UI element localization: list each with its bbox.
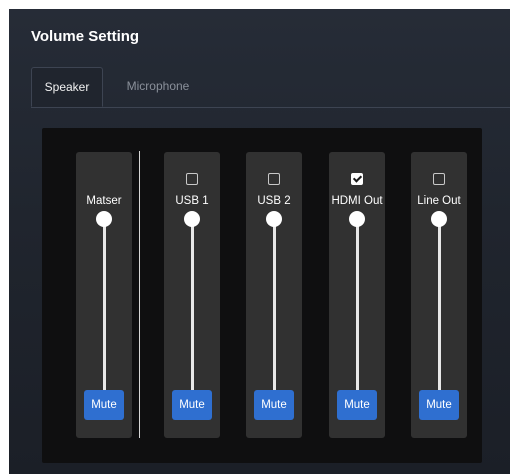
mixer-area: Matser Mute USB 1 Mute USB 2 Mute HDMI O…: [42, 128, 482, 463]
tab-speaker[interactable]: Speaker: [31, 67, 103, 107]
mute-button[interactable]: Mute: [84, 390, 124, 420]
channel-label: USB 2: [257, 195, 291, 207]
mute-button[interactable]: Mute: [419, 390, 459, 420]
channel-line-out: Line Out Mute: [411, 152, 467, 438]
channel-label: HDMI Out: [331, 195, 383, 207]
channel-checkbox[interactable]: [433, 173, 445, 185]
volume-slider-thumb[interactable]: [349, 211, 365, 227]
volume-settings-panel: Volume Setting Speaker Microphone Matser…: [9, 9, 510, 474]
channel-label: USB 1: [175, 195, 209, 207]
tab-bar: Speaker Microphone: [31, 67, 510, 108]
volume-slider-track[interactable]: [103, 220, 106, 400]
channel-checkbox[interactable]: [351, 173, 363, 185]
tab-microphone[interactable]: Microphone: [113, 67, 203, 105]
volume-slider-thumb[interactable]: [96, 211, 112, 227]
channel-usb-1: USB 1 Mute: [164, 152, 220, 438]
channel-checkbox[interactable]: [186, 173, 198, 185]
panel-title: Volume Setting: [31, 28, 140, 45]
channel-label: Matser: [86, 195, 122, 207]
volume-slider-track[interactable]: [438, 220, 441, 400]
volume-slider-track[interactable]: [273, 220, 276, 400]
mute-button[interactable]: Mute: [337, 390, 377, 420]
master-divider: [139, 151, 140, 438]
volume-slider-track[interactable]: [191, 220, 194, 400]
channel-checkbox[interactable]: [268, 173, 280, 185]
channel-usb-2: USB 2 Mute: [246, 152, 302, 438]
volume-slider-thumb[interactable]: [184, 211, 200, 227]
channel-label: Line Out: [417, 195, 461, 207]
volume-slider-thumb[interactable]: [266, 211, 282, 227]
channel-master: Matser Mute: [76, 152, 132, 438]
volume-slider-thumb[interactable]: [431, 211, 447, 227]
channel-hdmi-out: HDMI Out Mute: [329, 152, 385, 438]
mute-button[interactable]: Mute: [172, 390, 212, 420]
volume-slider-track[interactable]: [356, 220, 359, 400]
mute-button[interactable]: Mute: [254, 390, 294, 420]
